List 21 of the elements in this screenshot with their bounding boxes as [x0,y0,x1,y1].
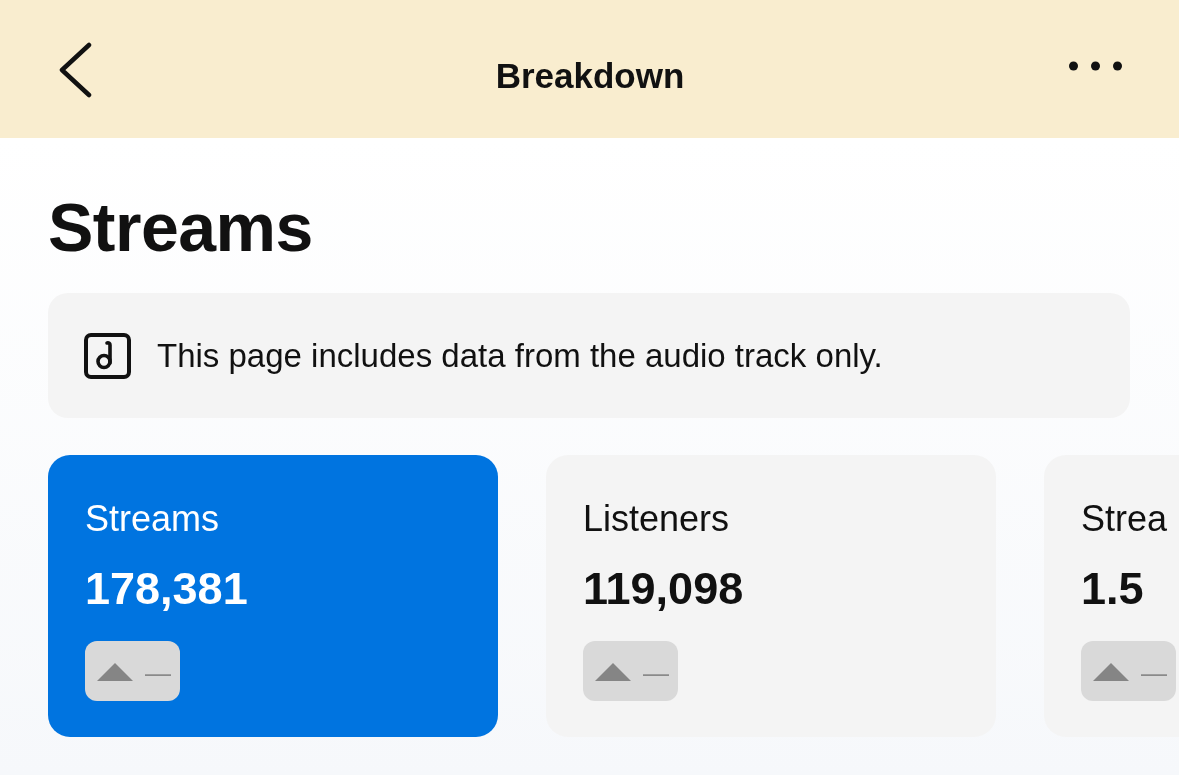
metric-label: Listeners [583,497,730,540]
triangle-up-icon [595,662,631,681]
metric-label: Strea [1081,497,1168,540]
metric-value: 178,381 [85,562,248,616]
metric-label: Streams [85,497,220,540]
chevron-left-icon[interactable] [57,42,93,98]
more-icon[interactable] [1068,61,1123,71]
music-note-icon [84,332,131,379]
metric-value: 119,098 [583,562,744,616]
screen-title: Breakdown [495,55,685,97]
change-value: — [145,658,171,688]
change-value: — [643,658,669,688]
change-value: — [1141,658,1167,688]
notice-text: This page includes data from the audio track only. [157,335,883,376]
triangle-up-icon [97,662,133,681]
metric-card[interactable]: Streams 178,381 — [48,455,498,737]
metric-card[interactable]: Listeners 119,098 — [546,455,996,737]
metric-card[interactable]: Strea 1.5 — [1044,455,1179,737]
page-heading: Streams [48,189,314,266]
triangle-up-icon [1093,662,1129,681]
metric-value: 1.5 [1081,562,1144,616]
